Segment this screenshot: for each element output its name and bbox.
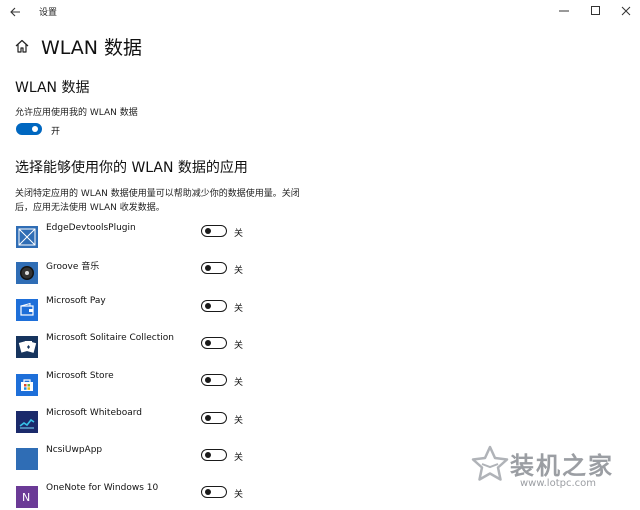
app-toggle-label: 关 [234,378,244,388]
store-bag-icon [16,374,38,396]
toggle-knob [205,376,211,383]
close-icon [621,6,631,16]
minimize-button[interactable] [552,0,576,22]
star-logo-icon [471,445,509,481]
app-toggle-onenote[interactable] [201,486,227,498]
toggle-knob [205,414,211,421]
window-title: 设置 [39,8,58,18]
svg-text:N: N [22,491,30,504]
back-arrow-icon [10,7,20,17]
app-name: Microsoft Pay [46,296,106,306]
maximize-icon [591,6,600,15]
apps-description-line1: 关闭特定应用的 WLAN 数据使用量可以帮助减少你的数据使用量。关闭 [15,189,300,199]
toggle-knob [205,339,211,346]
back-button[interactable] [4,2,26,22]
app-name: Microsoft Store [46,371,114,381]
watermark-text: 装机之家 [510,452,614,480]
app-toggle-ncsiuwpapp[interactable] [201,449,227,461]
section-title-wlan: WLAN 数据 [15,80,90,96]
toggle-knob [205,302,211,309]
app-name: Microsoft Solitaire Collection [46,333,174,343]
app-toggle-solitaire[interactable] [201,337,227,349]
allow-wlan-toggle[interactable] [16,123,42,135]
allow-wlan-toggle-label: 开 [51,127,61,137]
close-button[interactable] [614,0,638,22]
apps-description-line2: 后，应用无法使用 WLAN 收发数据。 [15,203,165,213]
groove-music-icon [16,262,38,284]
app-name: OneNote for Windows 10 [46,483,159,493]
maximize-button[interactable] [584,0,608,22]
watermark: 装机之家 www.lotpc.com [470,440,635,496]
toggle-knob [205,488,211,495]
app-toggle-label: 关 [234,490,244,500]
app-toggle-microsoft-pay[interactable] [201,300,227,312]
home-icon[interactable] [14,38,30,54]
app-name: Groove 音乐 [46,262,100,272]
app-toggle-edgedevtoolsplugin[interactable] [201,225,227,237]
app-toggle-label: 关 [234,341,244,351]
onenote-icon: N [16,486,38,508]
toggle-knob [32,125,38,132]
app-name: EdgeDevtoolsPlugin [46,223,136,233]
app-toggle-label: 关 [234,453,244,463]
wallet-icon [16,299,38,321]
app-name: Microsoft Whiteboard [46,408,142,418]
app-toggle-whiteboard[interactable] [201,412,227,424]
toggle-knob [205,451,211,458]
app-toggle-label: 关 [234,304,244,314]
whiteboard-icon [16,411,38,433]
page-title: WLAN 数据 [41,37,143,59]
app-toggle-label: 关 [234,229,244,239]
solitaire-cards-icon [16,336,38,358]
app-toggle-label: 关 [234,416,244,426]
toggle-knob [205,264,211,271]
app-toggle-groove[interactable] [201,262,227,274]
section-title-apps: 选择能够使用你的 WLAN 数据的应用 [15,160,248,176]
minimize-icon [559,10,569,12]
ncsi-app-icon [16,448,38,470]
title-bar: 设置 [0,0,640,24]
allow-apps-label: 允许应用使用我的 WLAN 数据 [15,108,138,118]
app-name: NcsiUwpApp [46,445,103,455]
app-toggle-microsoft-store[interactable] [201,374,227,386]
watermark-url: www.lotpc.com [520,478,596,489]
edge-devtools-icon [16,226,38,248]
app-toggle-label: 关 [234,266,244,276]
toggle-knob [205,227,211,234]
